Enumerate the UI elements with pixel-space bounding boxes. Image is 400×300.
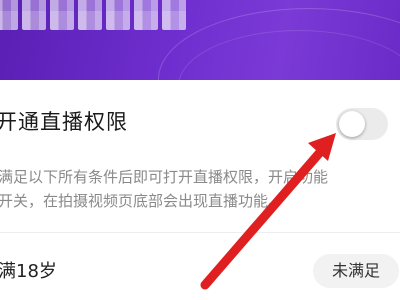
pixelated-title	[0, 0, 186, 30]
live-permission-toggle[interactable]	[336, 108, 388, 140]
header-banner	[0, 0, 400, 80]
requirement-status-badge: 未满足	[313, 254, 399, 288]
toggle-knob	[339, 111, 365, 137]
description-line: 满足以下所有条件后即可打开直播权限，开启功能	[0, 168, 329, 186]
requirement-label: 满18岁	[0, 261, 57, 282]
live-permission-title: 开通直播权限	[0, 110, 128, 134]
permission-description: 满足以下所有条件后即可打开直播权限，开启功能 开关，在拍摄视频页底部会出现直播功…	[0, 165, 393, 213]
divider	[0, 232, 400, 233]
description-line: 开关，在拍摄视频页底部会出现直播功能。	[0, 192, 284, 210]
